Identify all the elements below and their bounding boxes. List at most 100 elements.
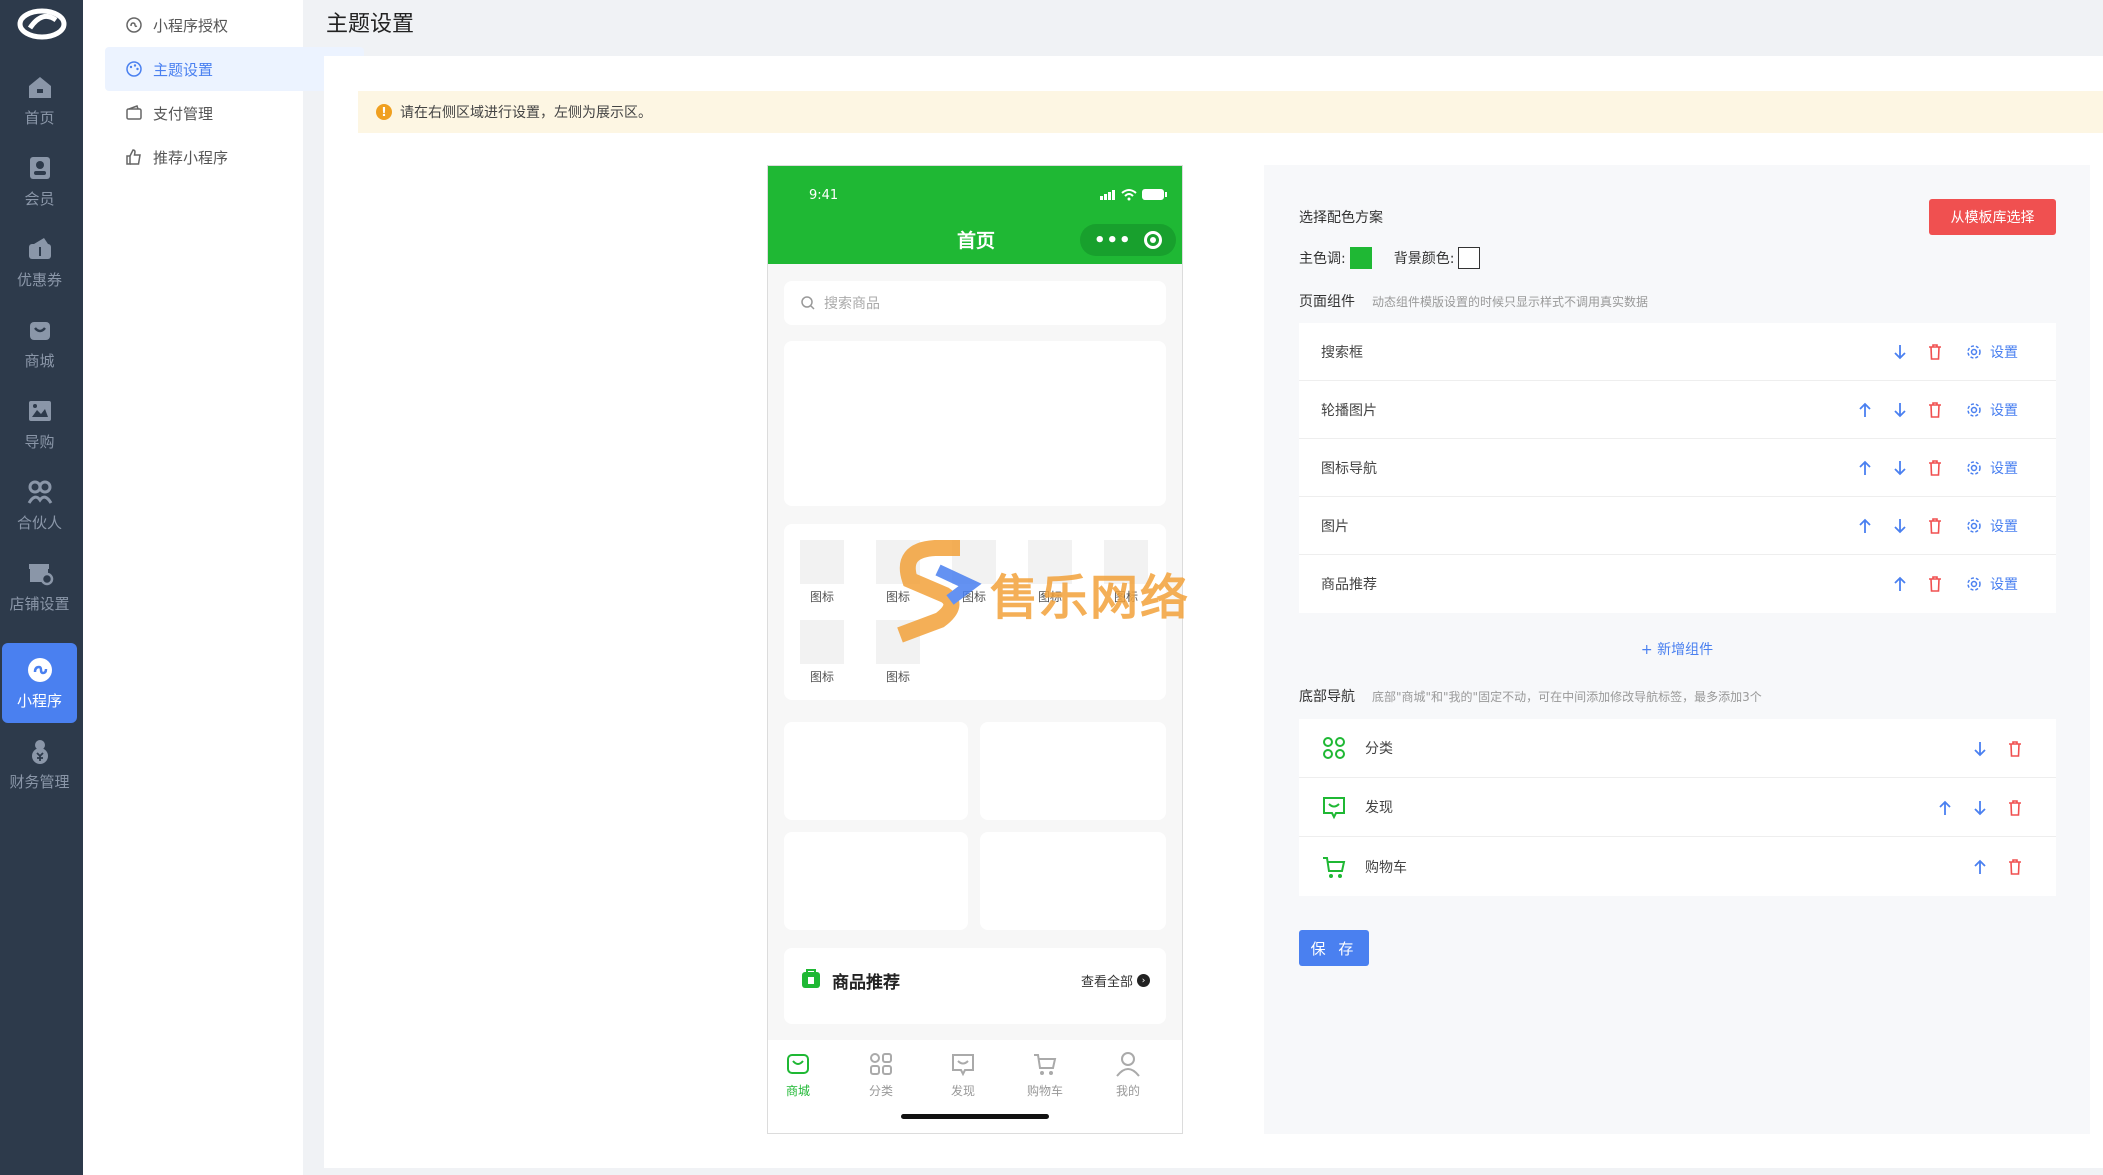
- discover-icon: [1323, 797, 1345, 820]
- settings-link[interactable]: 设置: [1966, 458, 2018, 478]
- close-target-icon[interactable]: [1144, 231, 1162, 249]
- move-down-icon[interactable]: [1889, 399, 1911, 421]
- delete-icon[interactable]: [2004, 797, 2026, 819]
- tab-cart[interactable]: 购物车: [1015, 1050, 1075, 1099]
- submenu-item-label: 主题设置: [153, 60, 214, 79]
- gear-icon: [1967, 519, 1981, 533]
- rail-item-member[interactable]: 会员: [2, 141, 77, 221]
- image-placeholder: [980, 722, 1166, 820]
- mall-icon: [787, 1054, 809, 1074]
- move-up-icon[interactable]: [1854, 457, 1876, 479]
- cart-icon: [1323, 856, 1346, 878]
- delete-icon[interactable]: [1924, 399, 1946, 421]
- tab-category[interactable]: 分类: [851, 1050, 911, 1099]
- delete-icon[interactable]: [1924, 341, 1946, 363]
- scheme-label: 选择配色方案: [1299, 210, 1383, 226]
- rail-item-label: 合伙人: [16, 513, 62, 532]
- rail-item-partner[interactable]: 合伙人: [2, 465, 77, 545]
- view-all-link[interactable]: 查看全部 ›: [1081, 971, 1150, 990]
- notice-bar: ! 请在右侧区域进行设置，左侧为展示区。: [358, 91, 2103, 133]
- bottom-nav-list: 分类 发现 购物车: [1299, 719, 2056, 896]
- rail-item-label: 商城: [24, 351, 55, 370]
- more-dots-icon[interactable]: •••: [1094, 230, 1132, 251]
- coupon-icon: [28, 237, 51, 259]
- settings-link[interactable]: 设置: [1966, 574, 2018, 594]
- search-icon: [801, 296, 815, 310]
- tab-discover[interactable]: 发现: [933, 1050, 993, 1099]
- move-up-icon[interactable]: [1934, 797, 1956, 819]
- move-down-icon[interactable]: [1889, 457, 1911, 479]
- search-placeholder: 搜索商品: [824, 296, 880, 312]
- settings-link[interactable]: 设置: [1966, 516, 2018, 536]
- guide-icon: [28, 400, 51, 421]
- submenu-item-label: 推荐小程序: [153, 148, 229, 167]
- delete-icon[interactable]: [2004, 856, 2026, 878]
- component-row-image: 图片 设置: [1299, 497, 2056, 555]
- color-row: 主色调: 背景颜色:: [1299, 247, 1502, 269]
- banner-placeholder: [784, 341, 1166, 506]
- delete-icon[interactable]: [1924, 573, 1946, 595]
- rail-item-home[interactable]: 首页: [2, 60, 77, 140]
- rail-item-label: 会员: [24, 189, 55, 208]
- nav-label: 底部导航: [1299, 689, 1355, 705]
- bg-color-swatch[interactable]: [1458, 247, 1481, 269]
- tab-mine[interactable]: 我的: [1098, 1050, 1158, 1099]
- component-row-search: 搜索框 设置: [1299, 323, 2056, 381]
- submenu-item-label: 小程序授权: [153, 16, 229, 35]
- components-label: 页面组件: [1299, 294, 1355, 310]
- rail-item-guide[interactable]: 导购: [2, 384, 77, 464]
- add-component-button[interactable]: + 新增组件: [1264, 639, 2090, 659]
- user-icon: [1116, 1052, 1140, 1077]
- settings-link[interactable]: 设置: [1966, 400, 2018, 420]
- main-color-swatch[interactable]: [1349, 247, 1372, 269]
- wallet-icon: [126, 105, 142, 120]
- palette-icon: [126, 61, 142, 77]
- rail-item-label: 优惠券: [16, 270, 62, 289]
- phone-search-box[interactable]: 搜索商品: [784, 281, 1166, 325]
- delete-icon[interactable]: [1924, 457, 1946, 479]
- member-icon: [29, 156, 50, 179]
- thumbs-up-icon: [126, 149, 141, 165]
- nav-row-category: 分类: [1299, 719, 2056, 778]
- rail-item-mall[interactable]: 商城: [2, 303, 77, 383]
- home-indicator: [901, 1114, 1049, 1119]
- rail-item-label: 首页: [24, 108, 55, 127]
- template-select-button[interactable]: 从模板库选择: [1929, 199, 2056, 235]
- rail-item-store-settings[interactable]: 店铺设置: [2, 546, 77, 626]
- gear-icon: [1967, 345, 1981, 359]
- move-down-icon[interactable]: [1969, 797, 1991, 819]
- miniprogram-icon: [27, 657, 52, 682]
- rail-item-miniprogram[interactable]: 小程序: [2, 643, 77, 723]
- move-up-icon[interactable]: [1854, 399, 1876, 421]
- rail-item-finance[interactable]: 财务管理: [2, 724, 77, 804]
- image-placeholder: [784, 832, 968, 930]
- recommend-bag-icon: [802, 969, 820, 988]
- brand-logo-icon[interactable]: [16, 4, 68, 44]
- rail-item-coupon[interactable]: 优惠券: [2, 222, 77, 302]
- phone-tab-bar: 商城 分类 发现 购物车 我的: [768, 1040, 1182, 1133]
- move-down-icon[interactable]: [1889, 515, 1911, 537]
- move-up-icon[interactable]: [1969, 856, 1991, 878]
- miniprogram-capsule[interactable]: •••: [1080, 224, 1176, 256]
- move-up-icon[interactable]: [1854, 515, 1876, 537]
- settings-link[interactable]: 设置: [1966, 342, 2018, 362]
- component-list: 搜索框 设置 轮播图片 设置 图标导航 设置 图片 设置 商品推荐 设置: [1299, 323, 2056, 613]
- rail-item-label: 小程序: [16, 691, 62, 710]
- cart-icon: [1034, 1054, 1057, 1075]
- warning-icon: !: [376, 104, 392, 120]
- finance-icon: [31, 739, 48, 764]
- move-down-icon[interactable]: [1969, 738, 1991, 760]
- recommend-title: 商品推荐: [832, 973, 900, 993]
- save-button[interactable]: 保 存: [1299, 930, 1369, 966]
- tab-mall[interactable]: 商城: [768, 1050, 828, 1099]
- move-up-icon[interactable]: [1889, 573, 1911, 595]
- delete-icon[interactable]: [1924, 515, 1946, 537]
- delete-icon[interactable]: [2004, 738, 2026, 760]
- status-bar-icons: [1100, 189, 1167, 201]
- store-settings-icon: [28, 563, 53, 585]
- phone-time: 9:41: [809, 188, 839, 203]
- gear-icon: [1967, 577, 1981, 591]
- move-down-icon[interactable]: [1889, 341, 1911, 363]
- watermark-s-icon: [897, 540, 982, 643]
- phone-header: 9:41 首页 •••: [768, 166, 1182, 264]
